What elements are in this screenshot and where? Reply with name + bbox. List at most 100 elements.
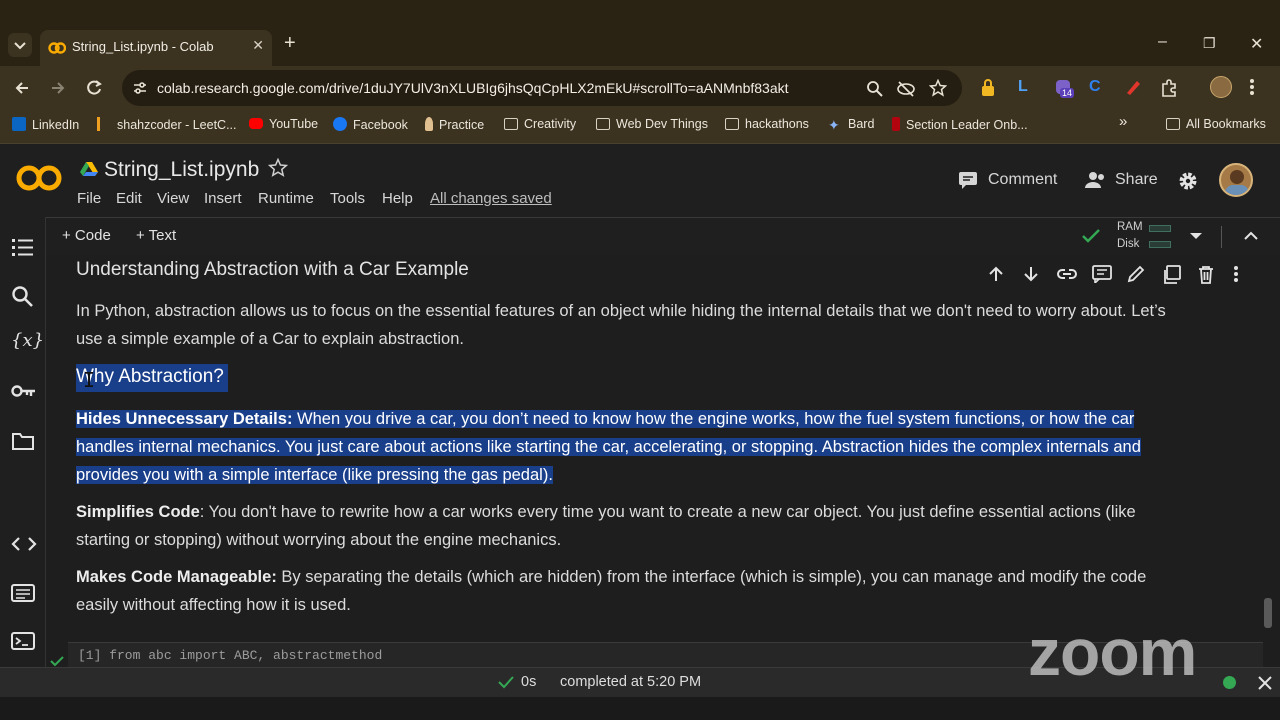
- ram-label: RAM: [1117, 221, 1143, 233]
- bookmark-star-icon[interactable]: [929, 79, 947, 97]
- ram-usage-bar: [1149, 225, 1171, 232]
- folder-icon: [725, 118, 739, 130]
- bookmark-section-leader[interactable]: Section Leader Onb...: [892, 117, 1028, 135]
- link-to-cell-icon[interactable]: [1056, 265, 1078, 283]
- collapse-chevron-up-icon[interactable]: [1243, 229, 1259, 243]
- eye-off-icon[interactable]: [896, 80, 916, 98]
- save-status-link[interactable]: All changes saved: [430, 190, 552, 207]
- google-drive-icon: [80, 162, 98, 176]
- extension-c-icon[interactable]: C: [1089, 78, 1101, 96]
- youtube-icon: [249, 118, 263, 129]
- command-palette-icon[interactable]: [11, 583, 35, 603]
- bookmark-folder-webdev[interactable]: Web Dev Things: [596, 117, 708, 135]
- extension-l-icon[interactable]: L: [1018, 78, 1028, 96]
- address-bar[interactable]: colab.research.google.com/drive/1duJY7Ul…: [122, 70, 962, 106]
- menu-edit[interactable]: Edit: [116, 190, 142, 207]
- bookmark-folder-hackathons[interactable]: hackathons: [725, 117, 809, 135]
- practice-icon: [425, 117, 433, 131]
- zoom-icon[interactable]: [866, 80, 884, 98]
- point-hides-details: Hides Unnecessary Details: When you driv…: [76, 405, 1186, 489]
- browser-tab-active[interactable]: String_List.ipynb - Colab ✕: [40, 30, 272, 66]
- share-label: Share: [1115, 171, 1158, 188]
- colab-logo[interactable]: CO: [15, 163, 63, 193]
- folder-icon: [596, 118, 610, 130]
- forward-arrow-icon[interactable]: [48, 78, 68, 98]
- url-text: colab.research.google.com/drive/1duJY7Ul…: [157, 80, 789, 96]
- pen-extension-icon[interactable]: [1124, 78, 1142, 96]
- menu-file[interactable]: File: [77, 190, 101, 207]
- bookmark-label: shahzcoder - LeetC...: [117, 118, 237, 132]
- menu-tools[interactable]: Tools: [330, 190, 365, 207]
- settings-gear-icon[interactable]: [1177, 170, 1199, 192]
- all-bookmarks-button[interactable]: All Bookmarks: [1166, 117, 1266, 135]
- chevron-down-icon: [14, 42, 26, 50]
- bookmark-facebook[interactable]: Facebook: [333, 117, 408, 135]
- point-title: Simplifies Code: [76, 503, 200, 521]
- secrets-key-icon[interactable]: [11, 383, 37, 399]
- cell-action-toolbar: [981, 255, 1251, 293]
- menu-help[interactable]: Help: [382, 190, 413, 207]
- back-arrow-icon[interactable]: [12, 78, 32, 98]
- status-check-icon: [498, 676, 514, 689]
- bookmark-label: YouTube: [269, 117, 319, 131]
- bookmark-folder-creativity[interactable]: Creativity: [504, 117, 576, 135]
- star-notebook-icon[interactable]: [268, 158, 288, 178]
- notebook-title[interactable]: String_List.ipynb: [104, 158, 259, 182]
- bookmark-bard[interactable]: ✦ Bard: [828, 117, 874, 135]
- minimize-button[interactable]: –: [1158, 33, 1167, 51]
- completed-time[interactable]: completed at 5:20 PM: [560, 674, 701, 690]
- extension-badge-icon[interactable]: 14: [1054, 78, 1076, 100]
- terminal-icon[interactable]: [11, 631, 35, 651]
- bookmarks-overflow-button[interactable]: »: [1119, 114, 1127, 133]
- connection-status-dot: [1223, 676, 1236, 689]
- bookmark-youtube[interactable]: YouTube: [249, 117, 318, 135]
- site-info-icon[interactable]: [132, 80, 148, 96]
- all-bookmarks-label: All Bookmarks: [1186, 117, 1266, 131]
- bookmark-leetcode[interactable]: shahzcoder - LeetC...: [97, 117, 237, 135]
- browser-navbar: colab.research.google.com/drive/1duJY7Ul…: [0, 66, 1280, 110]
- scrollbar-thumb[interactable]: [1264, 598, 1272, 628]
- bookmark-linkedin[interactable]: LinkedIn: [12, 117, 79, 135]
- more-options-icon[interactable]: [1233, 265, 1239, 283]
- user-avatar[interactable]: [1219, 163, 1253, 197]
- colab-header: CO String_List.ipynb File Edit View Inse…: [0, 145, 1280, 217]
- delete-cell-icon[interactable]: [1197, 265, 1215, 285]
- point-simplifies-code: Simplifies Code: You don't have to rewri…: [76, 498, 1186, 554]
- browser-menu-icon[interactable]: [1249, 77, 1255, 97]
- move-cell-up-icon[interactable]: [987, 265, 1005, 283]
- code-snippets-icon[interactable]: [11, 535, 37, 553]
- bookmark-practice[interactable]: Practice: [425, 117, 484, 135]
- menu-view[interactable]: View: [157, 190, 189, 207]
- edit-pencil-icon[interactable]: [1127, 265, 1145, 283]
- mirror-cell-icon[interactable]: [1162, 265, 1182, 285]
- bookmark-label: Web Dev Things: [616, 117, 708, 131]
- add-text-cell-button[interactable]: + Text: [136, 227, 176, 244]
- runtime-dropdown-icon[interactable]: [1189, 231, 1203, 241]
- variables-icon[interactable]: {x}: [11, 330, 44, 351]
- extensions-puzzle-icon[interactable]: [1159, 78, 1179, 98]
- bookmark-label: Practice: [439, 118, 485, 132]
- menu-insert[interactable]: Insert: [204, 190, 242, 207]
- close-window-button[interactable]: ✕: [1250, 34, 1263, 54]
- search-icon[interactable]: [11, 285, 35, 307]
- bookmark-label: Facebook: [353, 118, 408, 132]
- close-status-icon[interactable]: [1257, 675, 1273, 691]
- restore-button[interactable]: ❐: [1203, 35, 1216, 52]
- new-tab-button[interactable]: +: [284, 32, 296, 55]
- table-of-contents-icon[interactable]: [11, 237, 35, 257]
- tab-search-button[interactable]: [8, 33, 32, 57]
- move-cell-down-icon[interactable]: [1022, 265, 1040, 283]
- tab-close-icon[interactable]: ✕: [252, 37, 264, 54]
- bookmark-label: LinkedIn: [32, 118, 80, 132]
- password-lock-icon[interactable]: [980, 78, 996, 98]
- text-cursor-icon: I: [83, 368, 96, 392]
- menu-runtime[interactable]: Runtime: [258, 190, 314, 207]
- zoom-watermark: zoom: [1028, 615, 1197, 689]
- profile-avatar[interactable]: [1210, 76, 1232, 98]
- facebook-icon: [333, 117, 347, 131]
- files-folder-icon[interactable]: [11, 431, 35, 451]
- bookmarks-bar: LinkedIn shahzcoder - LeetC... YouTube F…: [0, 110, 1280, 144]
- add-comment-icon[interactable]: [1092, 265, 1112, 283]
- reload-icon[interactable]: [84, 78, 104, 98]
- add-code-cell-button[interactable]: + Code: [62, 227, 111, 244]
